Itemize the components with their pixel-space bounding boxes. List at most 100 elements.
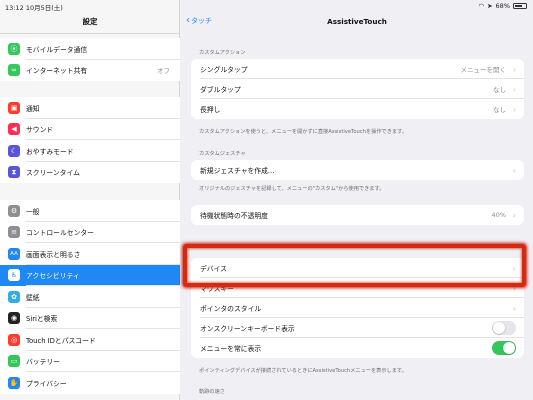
row-pointer-style[interactable]: ポインタのスタイル › — [191, 298, 524, 318]
chevron-right-icon: › — [512, 210, 516, 220]
hourglass-icon: ⧗ — [8, 166, 20, 179]
chevron-right-icon: › — [512, 104, 516, 114]
sidebar-item-value: オフ — [157, 67, 170, 76]
sidebar-group-system: ⚙ 一般 ≡ コントロールセンター AA 画面表示と明るさ ♿ アクセシビリティ… — [0, 200, 180, 394]
sidebar-item-battery[interactable]: ▭ バッテリー — [0, 351, 180, 373]
sidebar-item-label: おやすみモード — [26, 147, 74, 156]
sidebar-item-do-not-disturb[interactable]: ☾ おやすみモード — [0, 140, 180, 162]
sidebar-item-display[interactable]: AA 画面表示と明るさ — [0, 243, 180, 265]
row-value: メニューを開く — [460, 66, 507, 74]
siri-icon: ◉ — [8, 312, 20, 325]
row-devices[interactable]: デバイス › — [191, 258, 524, 278]
sidebar-item-label: 壁紙 — [26, 293, 40, 302]
sidebar-item-touch-id[interactable]: ◎ Touch IDとパスコード — [0, 329, 180, 351]
custom-gestures-card: 新規ジェスチャを作成... › — [191, 160, 524, 180]
row-create-gesture[interactable]: 新規ジェスチャを作成... › — [191, 160, 524, 180]
row-label: マウスキー — [200, 285, 234, 293]
chevron-right-icon: › — [512, 84, 516, 94]
sidebar-item-label: モバイルデータ通信 — [26, 45, 88, 54]
sidebar-item-hotspot[interactable]: ∞ インターネット共有 オフ — [0, 60, 180, 82]
display-icon: AA — [8, 247, 20, 260]
chevron-right-icon: › — [512, 64, 516, 74]
sidebar-item-notifications[interactable]: ▣ 通知 — [0, 97, 180, 119]
sidebar-item-label: スクリーンタイム — [26, 169, 80, 178]
sidebar-item-label: 画面表示と明るさ — [26, 250, 81, 259]
row-long-press[interactable]: 長押し なし › — [191, 99, 524, 119]
chevron-right-icon: › — [512, 303, 516, 313]
row-double-tap[interactable]: ダブルタップ なし › — [191, 79, 524, 99]
hand-icon: ✋ — [8, 376, 20, 389]
custom-actions-card: シングルタップ メニューを開く › ダブルタップ なし › 長押し なし › — [191, 59, 524, 119]
section-header-custom-gestures: カスタムジェスチャ — [199, 151, 246, 157]
sidebar-item-cellular[interactable]: ⦿ モバイルデータ通信 — [0, 38, 180, 60]
row-label: ダブルタップ — [200, 86, 241, 94]
chevron-right-icon: › — [512, 165, 516, 175]
row-value: なし — [493, 86, 506, 94]
sidebar-item-sounds[interactable]: ◀ サウンド — [0, 119, 180, 141]
sidebar-item-siri[interactable]: ◉ Siriと検索 — [0, 308, 180, 330]
chevron-right-icon: › — [512, 283, 516, 293]
row-label: 長押し — [200, 106, 221, 114]
chevron-right-icon: › — [512, 263, 516, 273]
link-icon: ∞ — [8, 64, 20, 77]
row-always-show-menu: メニューを常に表示 — [191, 338, 524, 358]
gear-icon: ⚙ — [8, 204, 20, 217]
row-label: シングルタップ — [200, 66, 248, 74]
row-single-tap[interactable]: シングルタップ メニューを開く › — [191, 59, 524, 79]
sidebar-item-privacy[interactable]: ✋ プライバシー — [0, 372, 180, 394]
moon-icon: ☾ — [8, 144, 20, 157]
sidebar-title: 設定 — [82, 17, 98, 26]
row-label: 新規ジェスチャを作成... — [200, 167, 275, 175]
row-idle-opacity[interactable]: 待機状態時の不透明度 40% › — [191, 205, 524, 225]
fingerprint-icon: ◎ — [8, 333, 20, 346]
row-onscreen-keyboard: オンスクリーンキーボード表示 — [191, 318, 524, 338]
assistivetouch-detail: ‹ タッチ AssistiveTouch カスタムアクション シングルタップ メ… — [181, 0, 533, 400]
sidebar-item-wallpaper[interactable]: ✿ 壁紙 — [0, 286, 180, 308]
sidebar-group-network: ⦿ モバイルデータ通信 ∞ インターネット共有 オフ — [0, 38, 180, 81]
sidebar-item-control-center[interactable]: ≡ コントロールセンター — [0, 222, 180, 244]
row-label: デバイス — [200, 265, 227, 273]
sidebar-item-label: コントロールセンター — [26, 229, 94, 238]
sidebar-item-label: プライバシー — [26, 379, 67, 388]
row-value: なし — [493, 106, 506, 114]
sidebar-item-screen-time[interactable]: ⧗ スクリーンタイム — [0, 162, 180, 184]
row-value: 40% — [491, 211, 506, 219]
speaker-icon: ◀ — [8, 123, 20, 136]
antenna-icon: ⦿ — [8, 42, 20, 55]
idle-opacity-card: 待機状態時の不透明度 40% › — [191, 205, 524, 225]
sidebar-group-notifications: ▣ 通知 ◀ サウンド ☾ おやすみモード ⧗ スクリーンタイム — [0, 97, 180, 183]
row-label: オンスクリーンキーボード表示 — [200, 325, 295, 333]
settings-sidebar: 設定 ⦿ モバイルデータ通信 ∞ インターネット共有 オフ ▣ 通知 ◀ サウン… — [0, 0, 180, 400]
pointer-card: デバイス › マウスキー › ポインタのスタイル › オンスクリーンキーボード表… — [191, 258, 524, 358]
custom-actions-footer: カスタムアクションを使うと、メニューを開かずに直接AssistiveTouchを… — [199, 129, 407, 135]
section-header-tracking-speed: 軌跡の速さ — [199, 389, 225, 395]
notification-icon: ▣ — [8, 101, 20, 114]
onscreen-keyboard-toggle[interactable] — [492, 321, 516, 335]
sidebar-item-label: Touch IDとパスコード — [26, 336, 96, 345]
sidebar-item-label: バッテリー — [26, 358, 60, 367]
sidebar-item-accessibility[interactable]: ♿ アクセシビリティ — [0, 264, 180, 286]
sidebar-item-label: Siriと検索 — [26, 315, 58, 324]
nav-bar: ‹ タッチ AssistiveTouch — [181, 13, 533, 31]
wallpaper-icon: ✿ — [8, 290, 20, 303]
row-label: 待機状態時の不透明度 — [200, 212, 268, 220]
row-label: ポインタのスタイル — [200, 305, 262, 313]
always-show-menu-toggle[interactable] — [492, 341, 516, 355]
page-title: AssistiveTouch — [327, 17, 387, 26]
sidebar-item-label: インターネット共有 — [26, 67, 88, 76]
divider — [0, 33, 180, 34]
status-date: 10月5日(土) — [25, 4, 63, 12]
switches-icon: ≡ — [8, 226, 20, 239]
battery-icon: ▭ — [8, 355, 20, 368]
row-mouse-keys[interactable]: マウスキー › — [191, 278, 524, 298]
status-time: 13:12 — [5, 4, 24, 12]
sidebar-item-label: 通知 — [26, 104, 40, 113]
sidebar-item-label: 一般 — [26, 207, 40, 216]
pointer-footer: ポインティングデバイスが接続されているときにAssistiveTouchメニュー… — [199, 368, 407, 374]
section-header-custom-actions: カスタムアクション — [199, 50, 246, 56]
accessibility-icon: ♿ — [8, 269, 20, 282]
row-label: メニューを常に表示 — [200, 345, 262, 353]
sidebar-item-label: サウンド — [26, 126, 54, 135]
sidebar-item-general[interactable]: ⚙ 一般 — [0, 200, 180, 222]
sidebar-item-label: アクセシビリティ — [26, 272, 80, 281]
